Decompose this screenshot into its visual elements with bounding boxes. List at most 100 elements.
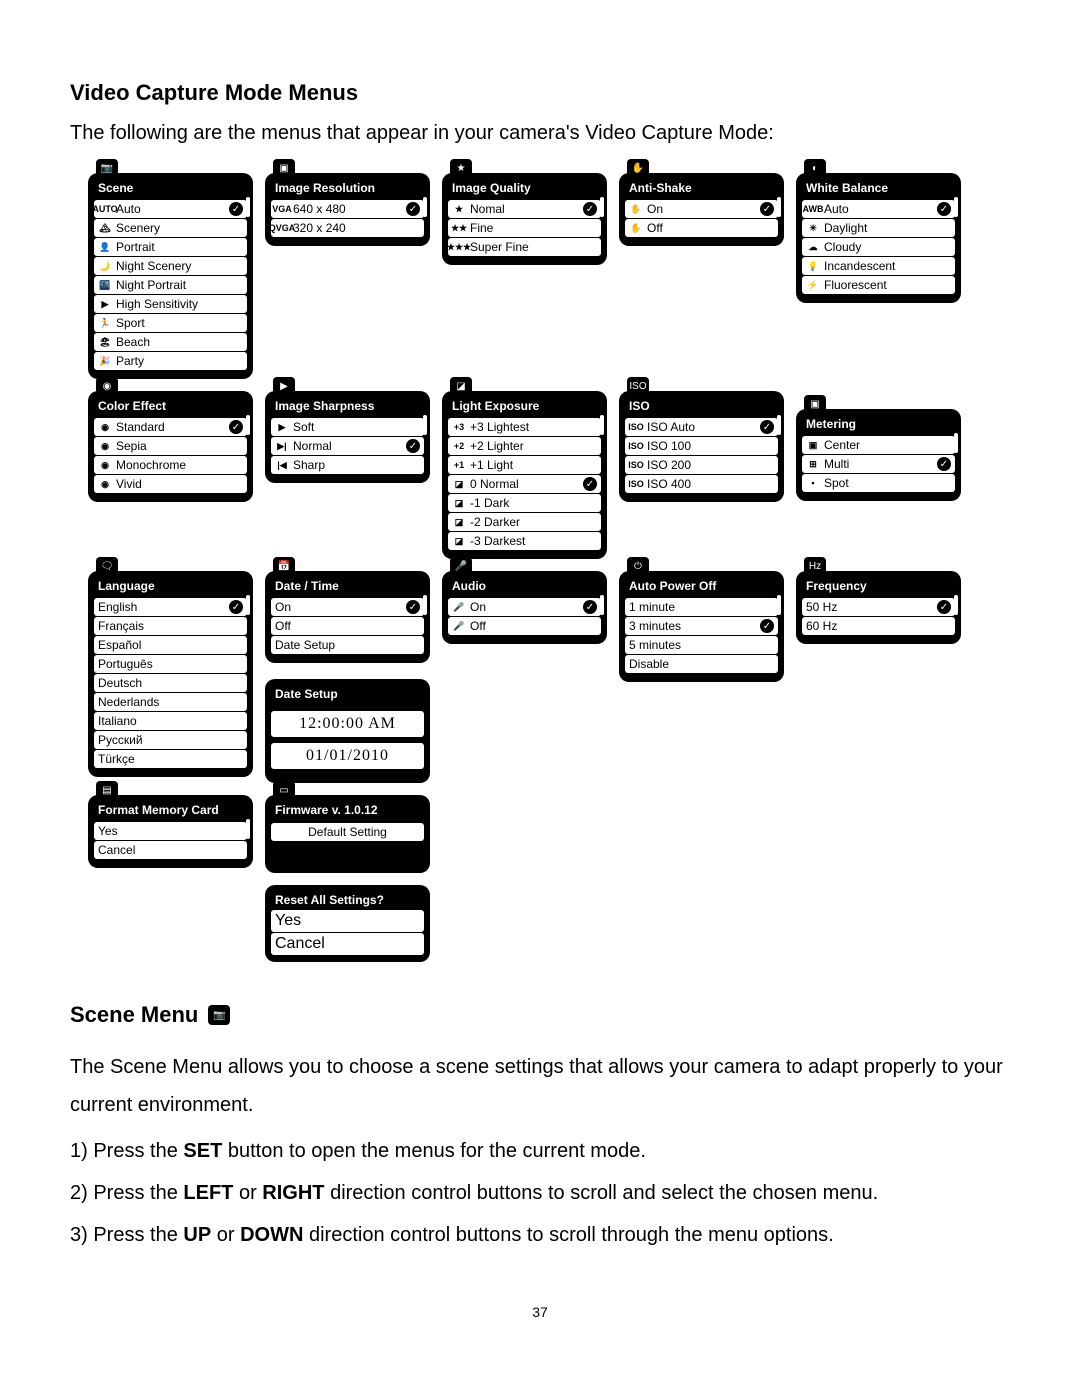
menu-item[interactable]: ▪Spot	[802, 474, 955, 492]
item-label: English	[98, 600, 225, 614]
menu-reset: Reset All Settings?YesCancel	[265, 885, 430, 962]
item-icon: ☀	[806, 222, 820, 234]
menu-item[interactable]: Cancel	[94, 841, 247, 859]
menu-item[interactable]: ISOISO 200	[625, 456, 778, 474]
datetime-icon: 📅	[273, 557, 295, 575]
menu-item[interactable]: Disable	[625, 655, 778, 673]
menu-item[interactable]: Türkçe	[94, 750, 247, 768]
menu-item[interactable]: 🏖Beach	[94, 333, 247, 351]
item-icon: ◪	[452, 535, 466, 547]
item-icon: 🌃	[98, 279, 112, 291]
item-icon: 🌙	[98, 260, 112, 272]
menu-metering: ▣ Metering▣Center⊞Multi✓▪Spot	[796, 409, 961, 501]
menu-item[interactable]: Date Setup	[271, 636, 424, 654]
item-icon: ISO	[629, 478, 643, 490]
menu-item[interactable]: Deutsch	[94, 674, 247, 692]
item-label: Sharp	[293, 458, 420, 472]
item-label: Portrait	[116, 240, 243, 254]
menu-item[interactable]: Cancel	[271, 933, 424, 955]
item-icon: ▶	[98, 298, 112, 310]
menu-item[interactable]: Nederlands	[94, 693, 247, 711]
menu-item[interactable]: ◉Monochrome	[94, 456, 247, 474]
menu-item[interactable]: ▶High Sensitivity	[94, 295, 247, 313]
menu-item[interactable]: QVGA320 x 240	[271, 219, 424, 237]
power-icon: ⏻	[627, 557, 649, 575]
menu-item[interactable]: On✓	[271, 598, 424, 616]
item-icon: ISO	[629, 440, 643, 452]
menu-item[interactable]: Yes	[94, 822, 247, 840]
menu-item[interactable]: ▶|Normal✓	[271, 437, 424, 455]
menu-item[interactable]: 50 Hz✓	[802, 598, 955, 616]
default-setting-button[interactable]: Default Setting	[271, 823, 424, 841]
item-icon: 👤	[98, 241, 112, 253]
menu-item[interactable]: 💡Incandescent	[802, 257, 955, 275]
menu-item[interactable]: ◪-1 Dark	[448, 494, 601, 512]
page-number: 37	[70, 1304, 1010, 1320]
menu-item[interactable]: 🌃Night Portrait	[94, 276, 247, 294]
menu-item[interactable]: Français	[94, 617, 247, 635]
menu-item[interactable]: ◉Sepia	[94, 437, 247, 455]
menu-item[interactable]: AUTOAuto✓	[94, 200, 247, 218]
menu-item[interactable]: 🏃Sport	[94, 314, 247, 332]
menu-item[interactable]: 1 minute	[625, 598, 778, 616]
menu-item[interactable]: VGA640 x 480✓	[271, 200, 424, 218]
item-icon: |◀	[275, 459, 289, 471]
item-label: Incandescent	[824, 259, 951, 273]
menu-item[interactable]: Off	[271, 617, 424, 635]
menu-item[interactable]: Italiano	[94, 712, 247, 730]
menu-grid: 📷 SceneAUTOAuto✓🏔Scenery👤Portrait🌙Night …	[88, 173, 1010, 962]
item-icon: ⚡	[806, 279, 820, 291]
menu-item[interactable]: ◪-2 Darker	[448, 513, 601, 531]
menu-item[interactable]: Português	[94, 655, 247, 673]
item-label: Spot	[824, 476, 951, 490]
menu-item[interactable]: ISOISO Auto✓	[625, 418, 778, 436]
menu-item[interactable]: +3+3 Lightest	[448, 418, 601, 436]
menu-item[interactable]: ☀Daylight	[802, 219, 955, 237]
menu-item[interactable]: 🎤On✓	[448, 598, 601, 616]
menu-title: Image Sharpness	[271, 397, 424, 417]
menu-item[interactable]: ☁Cloudy	[802, 238, 955, 256]
exposure-icon: ◪	[450, 377, 472, 395]
menu-item[interactable]: ▣Center	[802, 436, 955, 454]
menu-item[interactable]: 3 minutes✓	[625, 617, 778, 635]
menu-title: Scene	[94, 179, 247, 199]
menu-item[interactable]: ISO ISO 100	[625, 437, 778, 455]
menu-item[interactable]: |◀ Sharp	[271, 456, 424, 474]
menu-item[interactable]: ★★Fine	[448, 219, 601, 237]
menu-item[interactable]: +1+1 Light	[448, 456, 601, 474]
menu-item[interactable]: 🌙Night Scenery	[94, 257, 247, 275]
menu-item[interactable]: +2+2 Lighter	[448, 437, 601, 455]
menu-item[interactable]: 5 minutes	[625, 636, 778, 654]
menu-item[interactable]: ★Nomal✓	[448, 200, 601, 218]
menu-item[interactable]: ◪0 Normal✓	[448, 475, 601, 493]
menu-item[interactable]: 🎤Off	[448, 617, 601, 635]
menu-item[interactable]: English✓	[94, 598, 247, 616]
menu-item[interactable]: ◉Vivid	[94, 475, 247, 493]
menu-item[interactable]: ★★★Super Fine	[448, 238, 601, 256]
item-label: On	[647, 202, 756, 216]
menu-item[interactable]: ✋Off	[625, 219, 778, 237]
menu-item[interactable]: Русский	[94, 731, 247, 749]
menu-item[interactable]: Yes	[271, 910, 424, 932]
menu-item[interactable]: ✋On✓	[625, 200, 778, 218]
menu-item[interactable]: ⊞Multi✓	[802, 455, 955, 473]
menu-item[interactable]: ⚡Fluorescent	[802, 276, 955, 294]
check-icon: ✓	[229, 420, 243, 434]
item-icon: ⊞	[806, 458, 820, 470]
item-icon: ★	[452, 203, 466, 215]
menu-item[interactable]: 🎉Party	[94, 352, 247, 370]
menu-item[interactable]: 60 Hz	[802, 617, 955, 635]
item-label: 1 minute	[629, 600, 774, 614]
menu-item[interactable]: ◪-3 Darkest	[448, 532, 601, 550]
menu-item[interactable]: ISOISO 400	[625, 475, 778, 493]
item-label: Cancel	[275, 935, 420, 953]
check-icon: ✓	[760, 619, 774, 633]
menu-item[interactable]: 🏔Scenery	[94, 219, 247, 237]
menu-item[interactable]: AWBAuto✓	[802, 200, 955, 218]
menu-item[interactable]: ▶Soft	[271, 418, 424, 436]
item-label: ISO 100	[647, 439, 774, 453]
menu-exposure: ◪ Light Exposure+3+3 Lightest+2+2 Lighte…	[442, 391, 607, 559]
menu-item[interactable]: Español	[94, 636, 247, 654]
menu-item[interactable]: 👤 Portrait	[94, 238, 247, 256]
menu-item[interactable]: ◉Standard✓	[94, 418, 247, 436]
